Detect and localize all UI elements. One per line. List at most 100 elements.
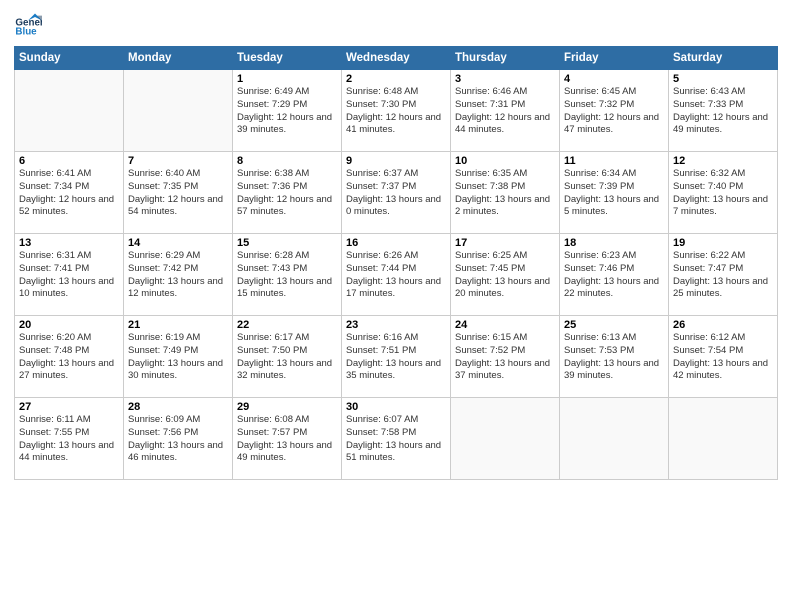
calendar-cell: 30Sunrise: 6:07 AM Sunset: 7:58 PM Dayli… <box>342 398 451 480</box>
day-number: 30 <box>346 401 446 413</box>
day-info: Sunrise: 6:29 AM Sunset: 7:42 PM Dayligh… <box>128 250 228 301</box>
calendar-cell: 4Sunrise: 6:45 AM Sunset: 7:32 PM Daylig… <box>560 70 669 152</box>
day-number: 16 <box>346 237 446 249</box>
calendar-cell: 18Sunrise: 6:23 AM Sunset: 7:46 PM Dayli… <box>560 234 669 316</box>
calendar-cell: 23Sunrise: 6:16 AM Sunset: 7:51 PM Dayli… <box>342 316 451 398</box>
calendar-cell: 21Sunrise: 6:19 AM Sunset: 7:49 PM Dayli… <box>124 316 233 398</box>
calendar-week-row: 27Sunrise: 6:11 AM Sunset: 7:55 PM Dayli… <box>15 398 778 480</box>
day-info: Sunrise: 6:20 AM Sunset: 7:48 PM Dayligh… <box>19 332 119 383</box>
calendar-cell: 13Sunrise: 6:31 AM Sunset: 7:41 PM Dayli… <box>15 234 124 316</box>
calendar-cell: 20Sunrise: 6:20 AM Sunset: 7:48 PM Dayli… <box>15 316 124 398</box>
day-number: 1 <box>237 73 337 85</box>
calendar-cell: 8Sunrise: 6:38 AM Sunset: 7:36 PM Daylig… <box>233 152 342 234</box>
calendar-cell: 2Sunrise: 6:48 AM Sunset: 7:30 PM Daylig… <box>342 70 451 152</box>
day-number: 12 <box>673 155 773 167</box>
calendar-week-row: 1Sunrise: 6:49 AM Sunset: 7:29 PM Daylig… <box>15 70 778 152</box>
logo-icon: General Blue <box>14 10 42 38</box>
col-tuesday: Tuesday <box>233 47 342 70</box>
day-number: 5 <box>673 73 773 85</box>
calendar-cell: 26Sunrise: 6:12 AM Sunset: 7:54 PM Dayli… <box>669 316 778 398</box>
calendar-week-row: 20Sunrise: 6:20 AM Sunset: 7:48 PM Dayli… <box>15 316 778 398</box>
day-info: Sunrise: 6:49 AM Sunset: 7:29 PM Dayligh… <box>237 86 337 137</box>
day-number: 29 <box>237 401 337 413</box>
day-info: Sunrise: 6:11 AM Sunset: 7:55 PM Dayligh… <box>19 414 119 465</box>
day-number: 2 <box>346 73 446 85</box>
day-number: 15 <box>237 237 337 249</box>
calendar-cell: 15Sunrise: 6:28 AM Sunset: 7:43 PM Dayli… <box>233 234 342 316</box>
col-saturday: Saturday <box>669 47 778 70</box>
day-number: 20 <box>19 319 119 331</box>
calendar-cell <box>451 398 560 480</box>
day-info: Sunrise: 6:48 AM Sunset: 7:30 PM Dayligh… <box>346 86 446 137</box>
day-info: Sunrise: 6:37 AM Sunset: 7:37 PM Dayligh… <box>346 168 446 219</box>
calendar-cell: 6Sunrise: 6:41 AM Sunset: 7:34 PM Daylig… <box>15 152 124 234</box>
day-info: Sunrise: 6:25 AM Sunset: 7:45 PM Dayligh… <box>455 250 555 301</box>
day-info: Sunrise: 6:13 AM Sunset: 7:53 PM Dayligh… <box>564 332 664 383</box>
calendar-header-row: Sunday Monday Tuesday Wednesday Thursday… <box>15 47 778 70</box>
day-info: Sunrise: 6:09 AM Sunset: 7:56 PM Dayligh… <box>128 414 228 465</box>
day-number: 18 <box>564 237 664 249</box>
col-thursday: Thursday <box>451 47 560 70</box>
calendar-cell: 19Sunrise: 6:22 AM Sunset: 7:47 PM Dayli… <box>669 234 778 316</box>
day-number: 17 <box>455 237 555 249</box>
day-info: Sunrise: 6:28 AM Sunset: 7:43 PM Dayligh… <box>237 250 337 301</box>
day-number: 4 <box>564 73 664 85</box>
day-number: 23 <box>346 319 446 331</box>
day-info: Sunrise: 6:23 AM Sunset: 7:46 PM Dayligh… <box>564 250 664 301</box>
calendar-cell: 7Sunrise: 6:40 AM Sunset: 7:35 PM Daylig… <box>124 152 233 234</box>
day-info: Sunrise: 6:07 AM Sunset: 7:58 PM Dayligh… <box>346 414 446 465</box>
calendar-cell <box>124 70 233 152</box>
day-number: 25 <box>564 319 664 331</box>
day-info: Sunrise: 6:31 AM Sunset: 7:41 PM Dayligh… <box>19 250 119 301</box>
calendar-cell: 27Sunrise: 6:11 AM Sunset: 7:55 PM Dayli… <box>15 398 124 480</box>
calendar-cell: 29Sunrise: 6:08 AM Sunset: 7:57 PM Dayli… <box>233 398 342 480</box>
day-info: Sunrise: 6:17 AM Sunset: 7:50 PM Dayligh… <box>237 332 337 383</box>
logo: General Blue <box>14 10 46 38</box>
day-number: 22 <box>237 319 337 331</box>
day-info: Sunrise: 6:19 AM Sunset: 7:49 PM Dayligh… <box>128 332 228 383</box>
day-number: 7 <box>128 155 228 167</box>
day-number: 21 <box>128 319 228 331</box>
col-friday: Friday <box>560 47 669 70</box>
col-wednesday: Wednesday <box>342 47 451 70</box>
day-number: 6 <box>19 155 119 167</box>
calendar-cell <box>15 70 124 152</box>
day-info: Sunrise: 6:32 AM Sunset: 7:40 PM Dayligh… <box>673 168 773 219</box>
day-info: Sunrise: 6:41 AM Sunset: 7:34 PM Dayligh… <box>19 168 119 219</box>
day-number: 9 <box>346 155 446 167</box>
day-info: Sunrise: 6:38 AM Sunset: 7:36 PM Dayligh… <box>237 168 337 219</box>
calendar-cell: 9Sunrise: 6:37 AM Sunset: 7:37 PM Daylig… <box>342 152 451 234</box>
day-info: Sunrise: 6:16 AM Sunset: 7:51 PM Dayligh… <box>346 332 446 383</box>
calendar-cell: 5Sunrise: 6:43 AM Sunset: 7:33 PM Daylig… <box>669 70 778 152</box>
day-info: Sunrise: 6:35 AM Sunset: 7:38 PM Dayligh… <box>455 168 555 219</box>
day-number: 10 <box>455 155 555 167</box>
col-monday: Monday <box>124 47 233 70</box>
calendar-week-row: 6Sunrise: 6:41 AM Sunset: 7:34 PM Daylig… <box>15 152 778 234</box>
calendar-cell: 11Sunrise: 6:34 AM Sunset: 7:39 PM Dayli… <box>560 152 669 234</box>
day-number: 11 <box>564 155 664 167</box>
calendar-cell: 14Sunrise: 6:29 AM Sunset: 7:42 PM Dayli… <box>124 234 233 316</box>
calendar-week-row: 13Sunrise: 6:31 AM Sunset: 7:41 PM Dayli… <box>15 234 778 316</box>
day-number: 28 <box>128 401 228 413</box>
day-info: Sunrise: 6:26 AM Sunset: 7:44 PM Dayligh… <box>346 250 446 301</box>
day-info: Sunrise: 6:22 AM Sunset: 7:47 PM Dayligh… <box>673 250 773 301</box>
day-number: 3 <box>455 73 555 85</box>
col-sunday: Sunday <box>15 47 124 70</box>
calendar-cell: 22Sunrise: 6:17 AM Sunset: 7:50 PM Dayli… <box>233 316 342 398</box>
day-number: 8 <box>237 155 337 167</box>
calendar: Sunday Monday Tuesday Wednesday Thursday… <box>14 46 778 480</box>
day-number: 19 <box>673 237 773 249</box>
calendar-cell: 1Sunrise: 6:49 AM Sunset: 7:29 PM Daylig… <box>233 70 342 152</box>
header: General Blue <box>14 10 778 38</box>
calendar-cell: 17Sunrise: 6:25 AM Sunset: 7:45 PM Dayli… <box>451 234 560 316</box>
calendar-cell: 10Sunrise: 6:35 AM Sunset: 7:38 PM Dayli… <box>451 152 560 234</box>
day-number: 14 <box>128 237 228 249</box>
calendar-cell: 16Sunrise: 6:26 AM Sunset: 7:44 PM Dayli… <box>342 234 451 316</box>
day-info: Sunrise: 6:45 AM Sunset: 7:32 PM Dayligh… <box>564 86 664 137</box>
calendar-cell: 12Sunrise: 6:32 AM Sunset: 7:40 PM Dayli… <box>669 152 778 234</box>
calendar-cell <box>560 398 669 480</box>
calendar-cell: 24Sunrise: 6:15 AM Sunset: 7:52 PM Dayli… <box>451 316 560 398</box>
day-number: 27 <box>19 401 119 413</box>
day-info: Sunrise: 6:43 AM Sunset: 7:33 PM Dayligh… <box>673 86 773 137</box>
day-number: 24 <box>455 319 555 331</box>
